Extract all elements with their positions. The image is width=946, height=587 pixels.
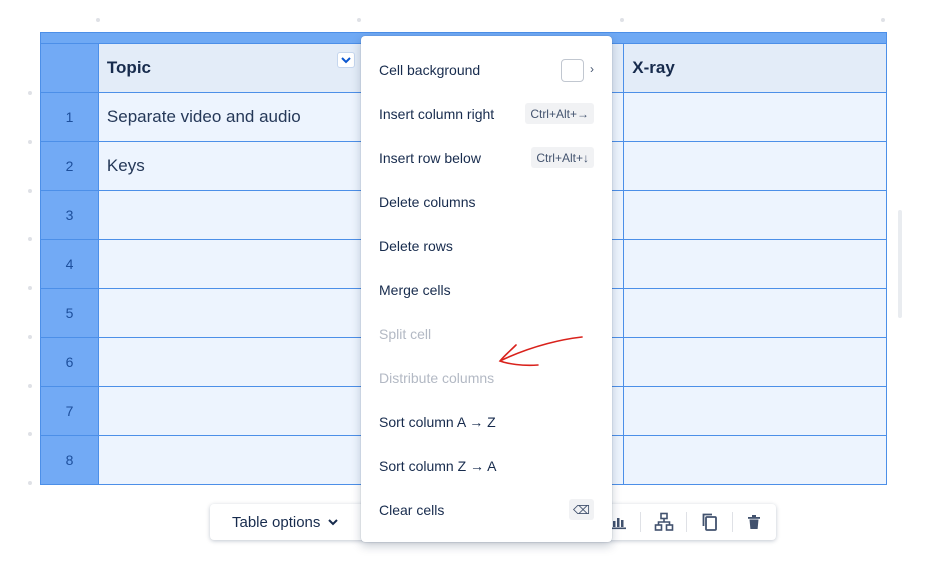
- menu-item-sort-z-a[interactable]: Sort column Z → A: [361, 444, 612, 488]
- vertical-scrollbar[interactable]: [898, 210, 902, 318]
- table-cell[interactable]: [624, 436, 887, 485]
- table-cell[interactable]: [98, 240, 361, 289]
- row-number-cell[interactable]: 3: [41, 191, 99, 240]
- table-cell[interactable]: [98, 338, 361, 387]
- guide-dot: [28, 335, 32, 339]
- toolbar-divider: [686, 512, 687, 532]
- guide-dot: [28, 432, 32, 436]
- color-swatch[interactable]: [561, 59, 584, 82]
- annotation-arrow: [494, 333, 586, 373]
- table-options-button[interactable]: Table options: [232, 504, 338, 540]
- menu-item-label: Cell background: [379, 62, 480, 78]
- guide-dot: [28, 237, 32, 241]
- chart-icon[interactable]: [610, 512, 630, 532]
- backspace-key-badge: ⌫: [569, 499, 594, 520]
- guide-dot: [357, 18, 361, 22]
- row-number-cell[interactable]: 1: [41, 93, 99, 142]
- guide-dot: [881, 18, 885, 22]
- shortcut-badge: Ctrl+Alt+↓: [531, 147, 594, 168]
- menu-item-label: Insert row below: [379, 150, 481, 166]
- menu-item-label: Sort column A → Z: [379, 414, 496, 430]
- guide-dot: [620, 18, 624, 22]
- header-label-topic: Topic: [107, 58, 151, 77]
- row-number-cell[interactable]: 4: [41, 240, 99, 289]
- table-context-menu: Cell background › Insert column right Ct…: [361, 36, 612, 542]
- table-cell[interactable]: [98, 289, 361, 338]
- row-number-cell[interactable]: 8: [41, 436, 99, 485]
- menu-item-label: Merge cells: [379, 282, 451, 298]
- table-cell[interactable]: [624, 387, 887, 436]
- shortcut-badge: Ctrl+Alt+→: [525, 103, 594, 124]
- menu-item-delete-rows[interactable]: Delete rows: [361, 224, 612, 268]
- guide-dot: [28, 189, 32, 193]
- chevron-down-icon: [328, 519, 338, 526]
- table-cell[interactable]: [624, 191, 887, 240]
- table-cell[interactable]: [624, 289, 887, 338]
- toolbar-divider: [732, 512, 733, 532]
- menu-item-label: Delete rows: [379, 238, 453, 254]
- row-number-cell[interactable]: 5: [41, 289, 99, 338]
- row-number-cell[interactable]: 6: [41, 338, 99, 387]
- row-number-cell[interactable]: 2: [41, 142, 99, 191]
- table-cell[interactable]: Separate video and audio: [98, 93, 361, 142]
- table-cell[interactable]: [624, 240, 887, 289]
- guide-dot: [96, 18, 100, 22]
- menu-item-insert-column-right[interactable]: Insert column right Ctrl+Alt+→: [361, 92, 612, 136]
- guide-dot: [28, 286, 32, 290]
- menu-item-clear-cells[interactable]: Clear cells ⌫: [361, 488, 612, 532]
- menu-item-label: Sort column Z → A: [379, 458, 496, 474]
- menu-item-label: Delete columns: [379, 194, 476, 210]
- hierarchy-icon[interactable]: [654, 512, 674, 532]
- menu-item-delete-columns[interactable]: Delete columns: [361, 180, 612, 224]
- menu-item-label: Distribute columns: [379, 370, 494, 386]
- header-cell-topic[interactable]: Topic: [98, 44, 361, 93]
- table-cell[interactable]: [624, 142, 887, 191]
- table-cell[interactable]: [624, 338, 887, 387]
- chevron-down-icon: [341, 57, 351, 64]
- table-cell[interactable]: [98, 436, 361, 485]
- menu-item-label: Clear cells: [379, 502, 444, 518]
- table-options-label: Table options: [232, 514, 320, 531]
- table-cell[interactable]: [624, 93, 887, 142]
- column-dropdown-button[interactable]: [337, 52, 355, 68]
- table-cell[interactable]: [98, 191, 361, 240]
- guide-dot: [28, 140, 32, 144]
- header-corner-cell[interactable]: [41, 44, 99, 93]
- menu-item-sort-a-z[interactable]: Sort column A → Z: [361, 400, 612, 444]
- copy-icon[interactable]: [700, 512, 720, 532]
- trash-icon[interactable]: [744, 512, 764, 532]
- guide-dot: [28, 481, 32, 485]
- menu-item-merge-cells[interactable]: Merge cells: [361, 268, 612, 312]
- header-cell-xray[interactable]: X-ray: [624, 44, 887, 93]
- guide-dot: [28, 91, 32, 95]
- menu-item-label: Insert column right: [379, 106, 494, 122]
- chevron-right-icon: ›: [590, 62, 594, 76]
- table-cell[interactable]: [98, 387, 361, 436]
- menu-item-insert-row-below[interactable]: Insert row below Ctrl+Alt+↓: [361, 136, 612, 180]
- toolbar-divider: [640, 512, 641, 532]
- table-cell[interactable]: Keys: [98, 142, 361, 191]
- guide-dot: [28, 384, 32, 388]
- menu-item-cell-background[interactable]: Cell background ›: [361, 48, 612, 92]
- menu-item-label: Split cell: [379, 326, 431, 342]
- row-number-cell[interactable]: 7: [41, 387, 99, 436]
